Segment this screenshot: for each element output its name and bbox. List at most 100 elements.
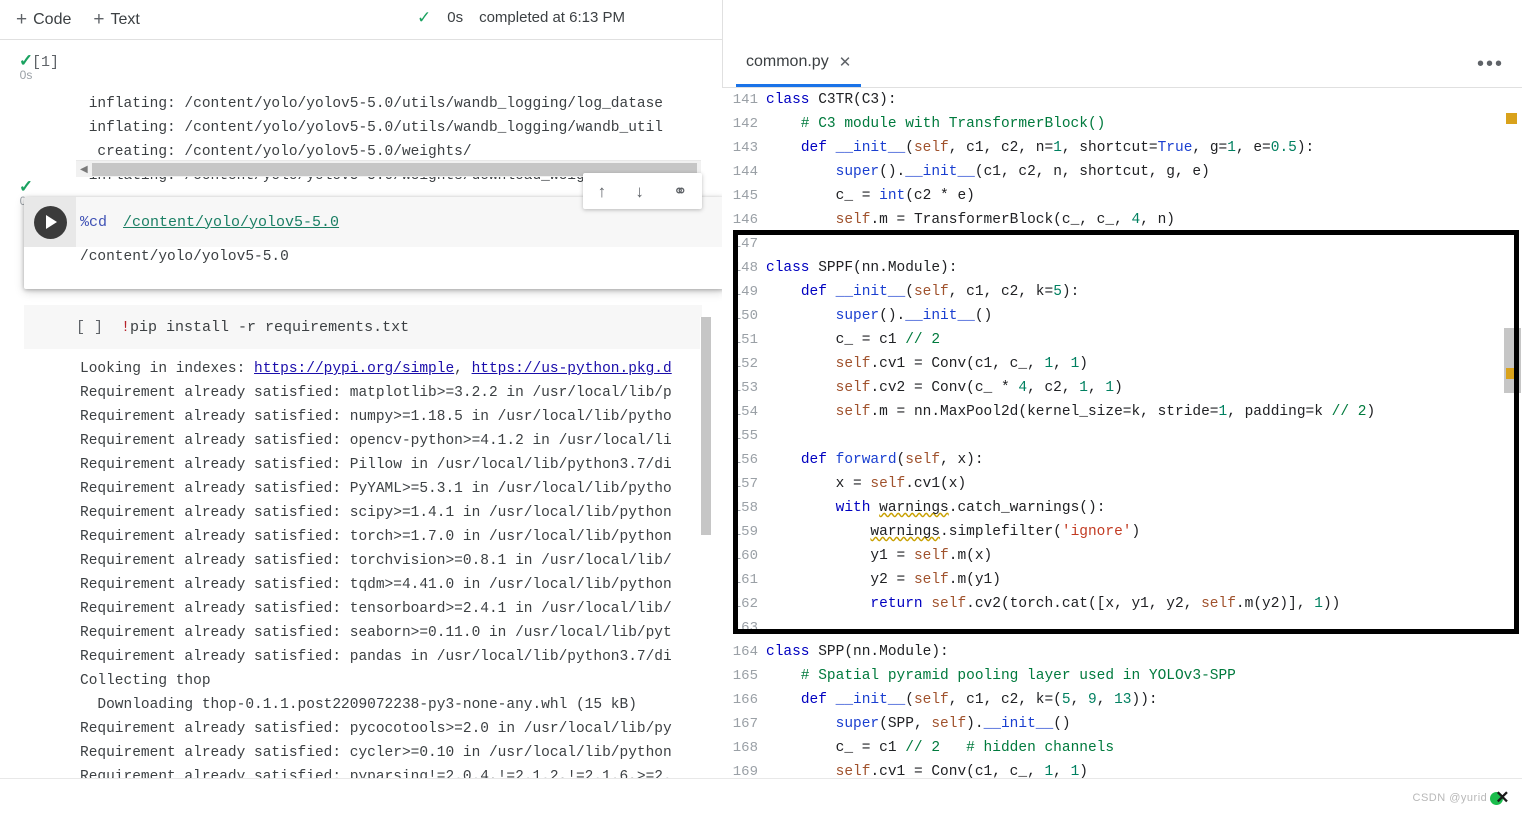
code-token: , n) [1140,212,1175,228]
log-line: Requirement already satisfied: opencv-py… [80,429,705,453]
log-line: Requirement already satisfied: cycler>=0… [80,741,705,765]
code-token: .m = TransformerBlock(c_, c_, [870,212,1131,228]
code-token: c_ = [766,188,879,204]
code-token [766,692,801,708]
code-token: 5 [1053,284,1062,300]
plus-icon: + [16,10,27,29]
line-number: 144 [722,160,766,184]
line-number: 158 [722,496,766,520]
close-icon[interactable]: ✕ [839,53,852,71]
code-line[interactable]: 147 [722,232,1522,256]
editor-vscrollbar[interactable] [1503,88,1522,778]
code-token: __init__ [984,716,1054,732]
code-token: 0.5 [1271,140,1297,156]
move-cell-up-icon[interactable]: ↑ [598,183,607,200]
code-line[interactable]: 160 y1 = self.m(x) [722,544,1522,568]
editor-minimap-marker-top[interactable] [1506,113,1517,124]
code-line[interactable]: 161 y2 = self.m(y1) [722,568,1522,592]
log-line: Requirement already satisfied: numpy>=1.… [80,405,705,429]
execution-status: ✓ 0s completed at 6:13 PM [417,9,625,26]
code-line[interactable]: 163 [722,616,1522,640]
play-icon [46,215,57,229]
add-code-cell-button[interactable]: + Code [16,10,71,29]
notebook-vscrollbar-thumb[interactable] [701,317,711,535]
code-line[interactable]: 150 super().__init__() [722,304,1522,328]
code-token: 1 [1053,140,1062,156]
code-line[interactable]: 142 # C3 module with TransformerBlock() [722,112,1522,136]
code-line[interactable]: 156 def forward(self, x): [722,448,1522,472]
tab-common-py[interactable]: common.py ✕ [736,40,861,87]
code-token: (c2 * e) [905,188,975,204]
editor-minimap-marker-mid[interactable] [1506,368,1517,379]
bottom-status-bar [0,778,1522,815]
code-line[interactable]: 141class C3TR(C3): [722,88,1522,112]
code-line[interactable]: 149 def __init__(self, c1, c2, k=5): [722,280,1522,304]
code-line[interactable]: 152 self.cv1 = Conv(c1, c_, 1, 1) [722,352,1522,376]
code-line[interactable]: 166 def __init__(self, c1, c2, k=(5, 9, … [722,688,1522,712]
code-token: self [836,212,871,228]
code-line[interactable]: 155 [722,424,1522,448]
code-token: int [879,188,905,204]
code-line[interactable]: 167 super(SPP, self).__init__() [722,712,1522,736]
code-token: ) [1366,404,1375,420]
code-token: # Spatial pyramid pooling layer used in … [766,668,1236,684]
code-line[interactable]: 143 def __init__(self, c1, c2, n=1, shor… [722,136,1522,160]
scroll-left-arrow-icon[interactable]: ◀ [80,164,88,175]
code-line[interactable]: 151 c_ = c1 // 2 [722,328,1522,352]
pip-install-cell[interactable]: [ ] ! pip install -r requirements.txt [24,305,702,349]
notebook-panel[interactable]: ✓ 0s [1] inflating: /content/yolo/yolov5… [0,40,722,778]
code-content[interactable]: 141class C3TR(C3):142 # C3 module with T… [722,88,1522,790]
line-text: x = self.cv1(x) [766,472,966,496]
status-duration: 0s [447,9,463,26]
code-line[interactable]: 157 x = self.cv1(x) [722,472,1522,496]
editor-overflow-menu-icon[interactable]: ••• [1477,54,1504,74]
line-text: c_ = c1 // 2 [766,328,940,352]
code-token: forward [836,452,897,468]
log-line: Requirement already satisfied: pyparsing… [80,765,705,778]
add-text-cell-button[interactable]: + Text [93,10,139,29]
line-text: super().__init__(c1, c2, n, shortcut, g,… [766,160,1210,184]
code-line[interactable]: 144 super().__init__(c1, c2, n, shortcut… [722,160,1522,184]
code-token: )): [1132,692,1158,708]
cell3-shell-bang: ! [121,319,130,336]
code-token: , c1, c2, n= [949,140,1053,156]
code-line[interactable]: 145 c_ = int(c2 * e) [722,184,1522,208]
code-line[interactable]: 162 return self.cv2(torch.cat([x, y1, y2… [722,592,1522,616]
editor-vscrollbar-thumb[interactable] [1504,328,1521,393]
log-link[interactable]: https://pypi.org/simple [254,361,454,377]
code-line[interactable]: 168 c_ = c1 // 2 # hidden channels [722,736,1522,760]
line-text: c_ = c1 // 2 # hidden channels [766,736,1114,760]
watermark: CSDN @yurid ✕ [1413,788,1510,808]
code-token: return [870,596,931,612]
code-line[interactable]: 153 self.cv2 = Conv(c_ * 4, c2, 1, 1) [722,376,1522,400]
code-line[interactable]: 154 self.m = nn.MaxPool2d(kernel_size=k,… [722,400,1522,424]
line-text: with warnings.catch_warnings(): [766,496,1105,520]
code-token: self [870,476,905,492]
code-token: , c1, c2, k= [949,284,1053,300]
active-code-cell[interactable]: %cd /content/yolo/yolov5-5.0 /content/yo… [24,197,722,289]
cell2-path-argument[interactable]: /content/yolo/yolov5-5.0 [123,214,339,231]
code-line[interactable]: 165 # Spatial pyramid pooling layer used… [722,664,1522,688]
code-token: , [1071,692,1088,708]
cell-toolbar[interactable]: ↑ ↓ ⚭ [583,173,702,209]
code-token [940,740,966,756]
line-text: warnings.simplefilter('ignore') [766,520,1140,544]
line-text: c_ = int(c2 * e) [766,184,975,208]
copy-cell-link-icon[interactable]: ⚭ [673,183,687,200]
code-token: // 2 [905,740,940,756]
code-line[interactable]: 159 warnings.simplefilter('ignore') [722,520,1522,544]
code-line[interactable]: 146 self.m = TransformerBlock(c_, c_, 4,… [722,208,1522,232]
code-token: (SPP, [879,716,931,732]
cell2-success-icon: ✓ [4,180,48,194]
log-link[interactable]: https://us-python.pkg.d [472,361,672,377]
code-token: .simplefilter( [940,524,1062,540]
run-cell-button[interactable] [34,206,67,239]
code-token: class [766,644,818,660]
notebook-vscrollbar[interactable] [700,317,712,778]
move-cell-down-icon[interactable]: ↓ [635,183,644,200]
code-line[interactable]: 148class SPPF(nn.Module): [722,256,1522,280]
code-line[interactable]: 158 with warnings.catch_warnings(): [722,496,1522,520]
code-token [766,404,836,420]
code-line[interactable]: 164class SPP(nn.Module): [722,640,1522,664]
code-token: def [801,692,836,708]
